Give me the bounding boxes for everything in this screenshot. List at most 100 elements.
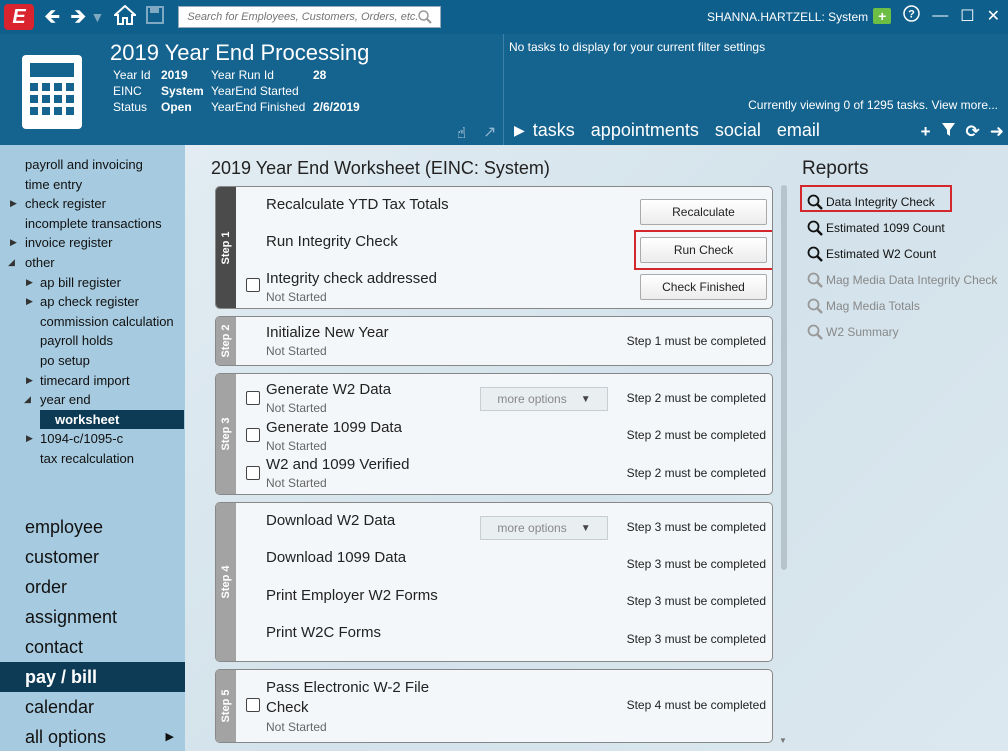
close-icon[interactable]: ✕ [987, 6, 1000, 26]
global-search[interactable] [178, 6, 442, 28]
nav-order[interactable]: order [0, 572, 200, 602]
app-logo-icon[interactable]: E [4, 4, 34, 30]
arrow-right-icon[interactable]: ➜ [990, 122, 1004, 142]
more-options-dropdown[interactable]: more options ▼ [480, 516, 608, 540]
sidebar-item-year-end[interactable]: ◢ year end [0, 390, 200, 410]
report-data-integrity-check[interactable]: Data Integrity Check [807, 189, 1007, 215]
highlight-box [634, 230, 772, 270]
sidebar-item-time-entry[interactable]: time entry [0, 175, 200, 195]
expand-arrow-icon[interactable]: ▶ [26, 429, 33, 449]
search-input[interactable] [187, 11, 419, 23]
first-aid-icon[interactable]: + [873, 8, 892, 24]
requirement-note: Step 1 must be completed [626, 334, 766, 348]
report-w2-summary[interactable]: W2 Summary [807, 319, 1007, 345]
meta-row: EINC System YearEnd Started [113, 84, 299, 98]
sidebar-item-ap-bill-register[interactable]: ▶ ap bill register [0, 273, 200, 293]
view-more-link[interactable]: Currently viewing 0 of 1295 tasks. View … [748, 98, 998, 112]
scroll-down-icon[interactable]: ▼ [779, 736, 787, 745]
help-icon[interactable]: ? [903, 5, 920, 27]
add-icon[interactable]: + [921, 122, 931, 142]
task-label: Pass Electronic W-2 File [266, 679, 430, 696]
meta-row: Status Open YearEnd Finished 2/6/2019 [113, 100, 360, 114]
reports-title: Reports [802, 158, 869, 179]
sidebar-item-commission-calculation[interactable]: commission calculation [0, 312, 200, 332]
pass-w2-file-checkbox[interactable] [246, 698, 260, 712]
report-estimated-w2-count[interactable]: Estimated W2 Count [807, 241, 1007, 267]
report-mag-media-totals[interactable]: Mag Media Totals [807, 293, 1007, 319]
worksheet-scrollbar[interactable]: ▼ [779, 185, 788, 745]
expand-arrow-icon[interactable]: ▶ [26, 273, 33, 293]
nav-customer[interactable]: customer [0, 542, 200, 572]
collapse-arrow-icon[interactable]: ◢ [8, 253, 15, 273]
collapse-arrow-icon[interactable]: ◢ [24, 390, 31, 410]
play-icon[interactable]: ▶ [514, 122, 525, 139]
sidebar-item-other[interactable]: ◢ other [0, 253, 200, 273]
expand-arrow-icon[interactable]: ▶ [10, 194, 17, 214]
nav-contact[interactable]: contact [0, 632, 200, 662]
tab-email[interactable]: email [777, 120, 820, 141]
step-tab: Step 3 [216, 374, 236, 494]
nav-assignment[interactable]: assignment [0, 602, 200, 632]
sidebar-item-timecard-import[interactable]: ▶ timecard import [0, 371, 200, 391]
task-label: Generate W2 Data [266, 381, 392, 398]
integrity-addressed-checkbox[interactable] [246, 278, 260, 292]
refresh-icon[interactable]: ⟳ [966, 122, 980, 142]
maximize-icon[interactable]: ☐ [960, 6, 974, 26]
nav-employee[interactable]: employee [0, 512, 200, 542]
current-user[interactable]: SHANNA.HARTZELL: System [707, 10, 868, 24]
filter-icon[interactable] [941, 122, 956, 142]
forward-arrow-icon[interactable]: 🡺 [70, 7, 86, 27]
year-end-meta: Year Id 2019 Year Run Id 28 EINC System … [113, 68, 360, 116]
report-estimated-1099-count[interactable]: Estimated 1099 Count [807, 215, 1007, 241]
requirement-note: Step 3 must be completed [626, 632, 766, 646]
task-status: Not Started [266, 290, 327, 304]
sidebar-item-worksheet[interactable]: worksheet [40, 409, 184, 430]
tab-appointments[interactable]: appointments [591, 120, 699, 141]
report-mag-media-data-integrity-check[interactable]: Mag Media Data Integrity Check [807, 267, 1007, 293]
generate-w2-checkbox[interactable] [246, 391, 260, 405]
search-icon[interactable] [418, 10, 433, 24]
sidebar-item-invoice-register[interactable]: ▶ invoice register [0, 233, 200, 253]
hand-pointer-icon[interactable]: ☝ [457, 124, 466, 142]
sidebar: payroll and invoicing time entry ▶ check … [0, 145, 200, 751]
sidebar-item-po-setup[interactable]: po setup [0, 351, 200, 371]
check-finished-button[interactable]: Check Finished [640, 274, 767, 300]
tab-tasks[interactable]: tasks [533, 120, 575, 141]
expand-arrow-icon[interactable]: ▶ [26, 371, 33, 391]
step-tab: Step 4 [216, 503, 236, 661]
sidebar-item-incomplete-transactions[interactable]: incomplete transactions [0, 214, 200, 234]
nav-pay-bill[interactable]: pay / bill [0, 662, 200, 692]
sidebar-item-payroll-holds[interactable]: payroll holds [0, 331, 200, 351]
expand-arrow-icon[interactable]: ▶ [166, 722, 174, 751]
chevron-down-icon: ▼ [580, 393, 591, 405]
home-icon[interactable] [112, 4, 138, 29]
nav-all-options[interactable]: all options ▶ [0, 722, 200, 751]
save-icon[interactable] [146, 6, 165, 28]
magnifier-icon [807, 220, 823, 236]
sidebar-item-tax-recalculation[interactable]: tax recalculation [0, 449, 200, 469]
tab-social[interactable]: social [715, 120, 761, 141]
nav-calendar[interactable]: calendar [0, 692, 200, 722]
magnifier-icon [807, 324, 823, 340]
expand-arrow-icon[interactable]: ▶ [10, 233, 17, 253]
external-link-icon[interactable]: ↗ [483, 122, 496, 142]
generate-1099-checkbox[interactable] [246, 428, 260, 442]
history-dropdown-icon[interactable]: ▼ [91, 10, 105, 24]
task-status: Not Started [266, 439, 327, 453]
expand-arrow-icon[interactable]: ▶ [26, 292, 33, 312]
scrollbar-thumb[interactable] [781, 185, 787, 570]
sidebar-item-payroll-and-invoicing[interactable]: payroll and invoicing [0, 155, 200, 175]
requirement-note: Step 3 must be completed [626, 520, 766, 534]
step-1-panel: Step 1 Recalculate YTD Tax Totals Recalc… [215, 186, 773, 309]
w2-1099-verified-checkbox[interactable] [246, 466, 260, 480]
minimize-icon[interactable]: — [932, 7, 948, 25]
sidebar-item-check-register[interactable]: ▶ check register [0, 194, 200, 214]
sidebar-item-1094c-1095c[interactable]: ▶ 1094-c/1095-c [0, 429, 200, 449]
recalculate-button[interactable]: Recalculate [640, 199, 767, 225]
sidebar-item-ap-check-register[interactable]: ▶ ap check register [0, 292, 200, 312]
task-label: W2 and 1099 Verified [266, 456, 410, 473]
back-arrow-icon[interactable]: 🡸 [44, 7, 60, 27]
more-options-dropdown[interactable]: more options ▼ [480, 387, 608, 411]
requirement-note: Step 2 must be completed [626, 391, 766, 405]
step-tab: Step 5 [216, 670, 236, 742]
